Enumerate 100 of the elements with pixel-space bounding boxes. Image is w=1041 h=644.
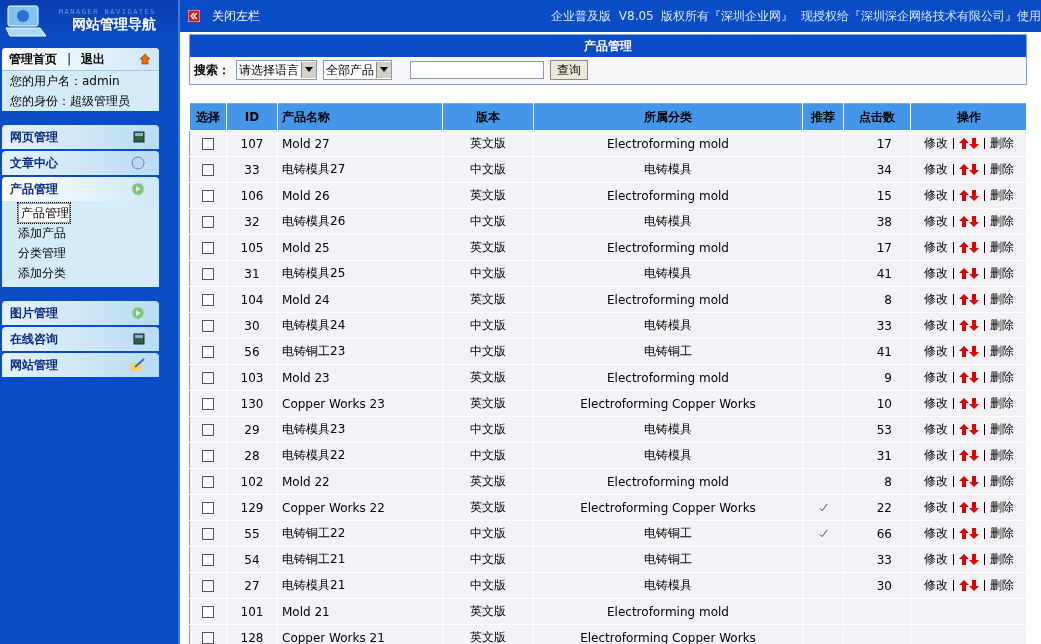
up-arrow-icon[interactable] xyxy=(958,502,969,513)
delete-link[interactable]: 删除 xyxy=(989,188,1014,202)
submenu-item[interactable]: 添加分类 xyxy=(18,263,66,283)
edit-link[interactable]: 修改 xyxy=(923,552,948,566)
up-arrow-icon[interactable] xyxy=(958,346,969,357)
delete-link[interactable]: 删除 xyxy=(989,552,1014,566)
row-checkbox[interactable] xyxy=(202,216,214,228)
edit-link[interactable]: 修改 xyxy=(923,240,948,254)
row-checkbox[interactable] xyxy=(202,190,214,202)
menu-section-header[interactable]: 产品管理 xyxy=(2,177,159,201)
home-link[interactable]: 管理首页 xyxy=(9,50,57,68)
up-arrow-icon[interactable] xyxy=(958,528,969,539)
logout-link[interactable]: 退出 xyxy=(81,50,106,68)
down-arrow-icon[interactable] xyxy=(968,476,979,487)
row-checkbox[interactable] xyxy=(202,320,214,332)
up-arrow-icon[interactable] xyxy=(958,424,969,435)
up-arrow-icon[interactable] xyxy=(958,164,969,175)
row-checkbox[interactable] xyxy=(202,372,214,384)
row-checkbox[interactable] xyxy=(202,632,214,644)
edit-link[interactable]: 修改 xyxy=(923,136,948,150)
down-arrow-icon[interactable] xyxy=(968,346,979,357)
row-checkbox[interactable] xyxy=(202,294,214,306)
delete-link[interactable]: 删除 xyxy=(989,266,1014,280)
row-checkbox[interactable] xyxy=(202,346,214,358)
row-checkbox[interactable] xyxy=(202,606,214,618)
edit-link[interactable]: 修改 xyxy=(923,318,948,332)
edit-link[interactable]: 修改 xyxy=(923,162,948,176)
double-chevron-icon[interactable] xyxy=(188,10,200,22)
delete-link[interactable]: 删除 xyxy=(989,136,1014,150)
edit-link[interactable]: 修改 xyxy=(923,500,948,514)
row-checkbox[interactable] xyxy=(202,164,214,176)
row-checkbox[interactable] xyxy=(202,424,214,436)
up-arrow-icon[interactable] xyxy=(958,242,969,253)
down-arrow-icon[interactable] xyxy=(968,424,979,435)
menu-section-header[interactable]: 文章中心 xyxy=(2,151,159,175)
edit-link[interactable]: 修改 xyxy=(923,214,948,228)
up-arrow-icon[interactable] xyxy=(958,554,969,565)
up-arrow-icon[interactable] xyxy=(958,268,969,279)
row-checkbox[interactable] xyxy=(202,398,214,410)
menu-section-header[interactable]: 网站管理 xyxy=(2,353,159,377)
up-arrow-icon[interactable] xyxy=(958,294,969,305)
edit-link[interactable]: 修改 xyxy=(923,266,948,280)
edit-link[interactable]: 修改 xyxy=(923,474,948,488)
edit-link[interactable]: 修改 xyxy=(923,578,948,592)
down-arrow-icon[interactable] xyxy=(968,138,979,149)
delete-link[interactable]: 删除 xyxy=(989,162,1014,176)
submenu-item[interactable]: 产品管理 xyxy=(18,203,70,223)
down-arrow-icon[interactable] xyxy=(968,398,979,409)
delete-link[interactable]: 删除 xyxy=(989,292,1014,306)
row-checkbox[interactable] xyxy=(202,580,214,592)
query-button[interactable]: 查询 xyxy=(550,60,588,80)
delete-link[interactable]: 删除 xyxy=(989,214,1014,228)
up-arrow-icon[interactable] xyxy=(958,580,969,591)
up-arrow-icon[interactable] xyxy=(958,372,969,383)
dropdown-arrow-icon[interactable] xyxy=(380,67,388,73)
menu-section-header[interactable]: 网页管理 xyxy=(2,125,159,149)
row-checkbox[interactable] xyxy=(202,242,214,254)
close-sidebar-link[interactable]: 关闭左栏 xyxy=(212,7,260,25)
delete-link[interactable]: 删除 xyxy=(989,448,1014,462)
down-arrow-icon[interactable] xyxy=(968,216,979,227)
edit-link[interactable]: 修改 xyxy=(923,188,948,202)
down-arrow-icon[interactable] xyxy=(968,320,979,331)
delete-link[interactable]: 删除 xyxy=(989,396,1014,410)
row-checkbox[interactable] xyxy=(202,268,214,280)
delete-link[interactable]: 删除 xyxy=(989,578,1014,592)
delete-link[interactable]: 删除 xyxy=(989,422,1014,436)
row-checkbox[interactable] xyxy=(202,476,214,488)
row-checkbox[interactable] xyxy=(202,450,214,462)
up-arrow-icon[interactable] xyxy=(958,216,969,227)
up-arrow-icon[interactable] xyxy=(958,398,969,409)
down-arrow-icon[interactable] xyxy=(968,580,979,591)
row-checkbox[interactable] xyxy=(202,502,214,514)
up-arrow-icon[interactable] xyxy=(958,476,969,487)
language-select[interactable]: 请选择语言 xyxy=(236,60,317,80)
menu-section-header[interactable]: 在线咨询 xyxy=(2,327,159,351)
down-arrow-icon[interactable] xyxy=(968,294,979,305)
edit-link[interactable]: 修改 xyxy=(923,292,948,306)
delete-link[interactable]: 删除 xyxy=(989,526,1014,540)
up-arrow-icon[interactable] xyxy=(958,138,969,149)
down-arrow-icon[interactable] xyxy=(968,268,979,279)
edit-link[interactable]: 修改 xyxy=(923,526,948,540)
search-field[interactable] xyxy=(410,61,544,79)
edit-link[interactable]: 修改 xyxy=(923,396,948,410)
down-arrow-icon[interactable] xyxy=(968,502,979,513)
up-arrow-icon[interactable] xyxy=(958,320,969,331)
submenu-item[interactable]: 分类管理 xyxy=(18,243,66,263)
dropdown-arrow-icon[interactable] xyxy=(305,67,313,73)
category-select[interactable]: 全部产品 xyxy=(323,60,392,80)
delete-link[interactable]: 删除 xyxy=(989,344,1014,358)
edit-link[interactable]: 修改 xyxy=(923,370,948,384)
down-arrow-icon[interactable] xyxy=(968,450,979,461)
delete-link[interactable]: 删除 xyxy=(989,318,1014,332)
down-arrow-icon[interactable] xyxy=(968,242,979,253)
edit-link[interactable]: 修改 xyxy=(923,344,948,358)
down-arrow-icon[interactable] xyxy=(968,554,979,565)
edit-link[interactable]: 修改 xyxy=(923,448,948,462)
menu-section-header[interactable]: 图片管理 xyxy=(2,301,159,325)
delete-link[interactable]: 删除 xyxy=(989,500,1014,514)
row-checkbox[interactable] xyxy=(202,138,214,150)
down-arrow-icon[interactable] xyxy=(968,528,979,539)
